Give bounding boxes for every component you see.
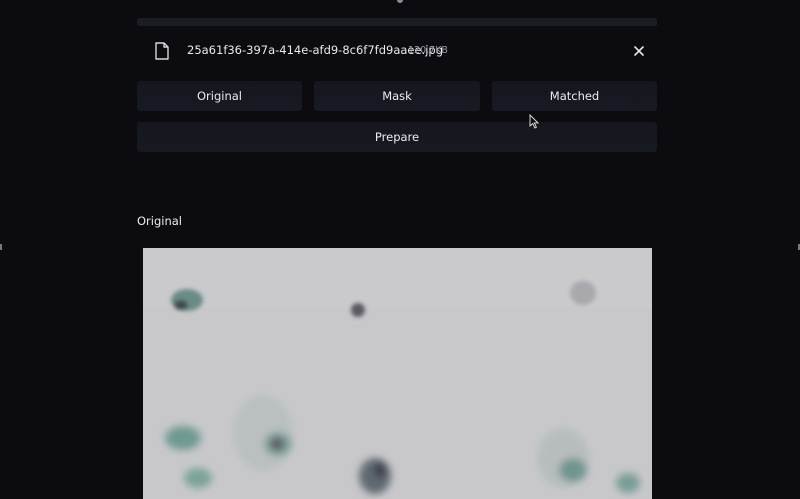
left-resize-handle[interactable] xyxy=(0,244,2,250)
mask-button[interactable]: Mask xyxy=(314,81,480,111)
mouse-cursor-icon xyxy=(529,114,539,129)
app-stage: 25a61f36-397a-414e-afd9-8c6f7fd9aaee.jpg… xyxy=(0,0,800,499)
mask-button-label: Mask xyxy=(382,89,412,103)
uploaded-file-row: 25a61f36-397a-414e-afd9-8c6f7fd9aaee.jpg… xyxy=(137,36,657,66)
original-button[interactable]: Original xyxy=(137,81,302,111)
file-icon xyxy=(155,42,169,60)
section-title-original: Original xyxy=(137,214,183,228)
matched-button-label: Matched xyxy=(549,89,600,103)
close-icon[interactable] xyxy=(631,43,647,59)
microscopy-image xyxy=(143,248,652,499)
prepare-button-label: Prepare xyxy=(374,130,420,144)
file-size: 120.7KB xyxy=(408,45,448,56)
top-progress-bar xyxy=(137,18,657,26)
top-handle[interactable] xyxy=(397,0,403,3)
original-button-label: Original xyxy=(196,89,242,103)
original-image xyxy=(143,248,652,499)
file-name: 25a61f36-397a-414e-afd9-8c6f7fd9aaee.jpg xyxy=(187,43,444,57)
matched-button[interactable]: Matched xyxy=(492,81,657,111)
prepare-button[interactable]: Prepare xyxy=(137,122,657,152)
